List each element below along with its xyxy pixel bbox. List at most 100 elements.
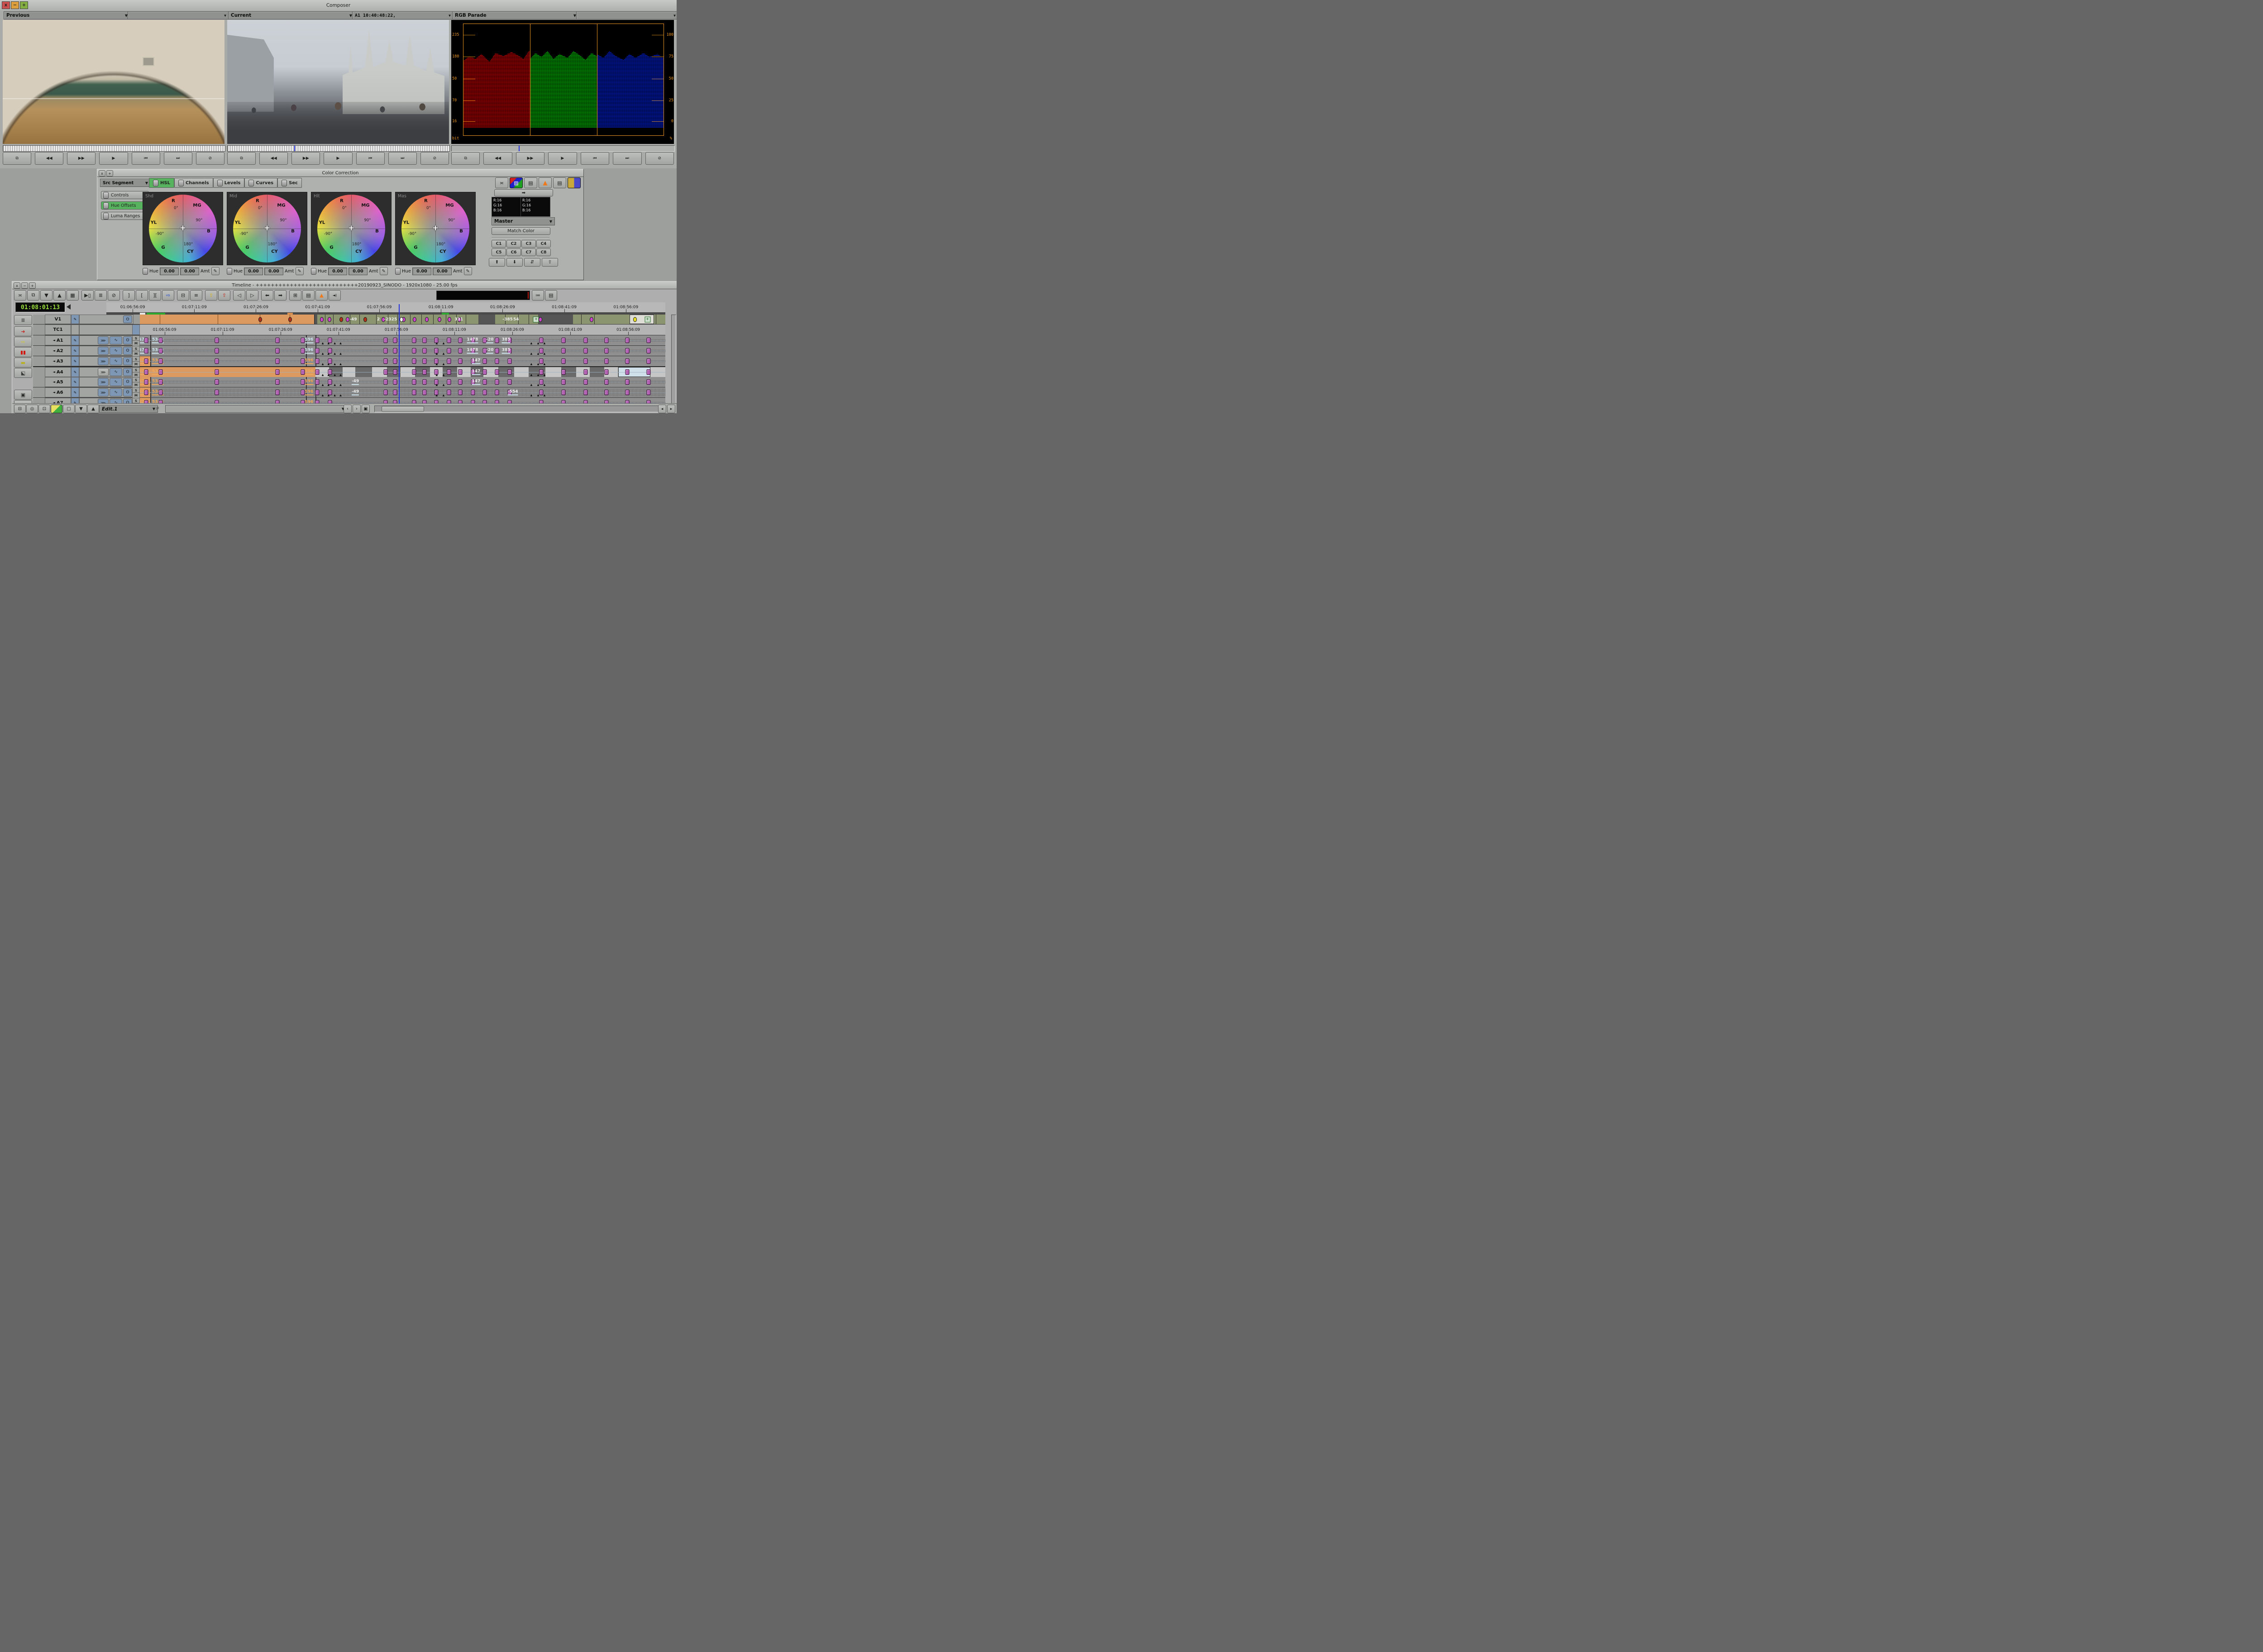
audio-automation-button[interactable]: ∿	[110, 336, 122, 344]
track-height-icon[interactable]: ⊟	[14, 405, 26, 413]
marker-#b03018[interactable]	[288, 317, 292, 322]
tab-enable-button[interactable]	[248, 180, 254, 186]
audio-keyframe[interactable]	[423, 369, 427, 375]
color-swatch-output[interactable]: R:16G:16B:16	[520, 197, 550, 217]
audio-keyframe[interactable]	[646, 379, 650, 385]
audio-keyframe[interactable]	[447, 348, 451, 353]
audio-keyframe[interactable]	[423, 379, 427, 385]
hue-enable-button[interactable]	[143, 268, 148, 275]
add-edit-icon[interactable]: +	[645, 316, 650, 322]
automation-point[interactable]: ▲	[322, 383, 324, 387]
automation-point[interactable]: ▲	[544, 363, 546, 366]
audio-keyframe[interactable]	[412, 369, 416, 375]
cc-close-button[interactable]: x	[99, 170, 105, 177]
track-monitor-button[interactable]: ʘ	[123, 378, 132, 386]
track-content-a1[interactable]: 5725340596▲▲▲▲▲▲▲▲▲1478-20385	[140, 335, 665, 345]
wheel-crosshair[interactable]: +	[180, 224, 186, 233]
audio-keyframe[interactable]	[458, 390, 463, 395]
minimize-button[interactable]: −	[11, 1, 19, 9]
eyedropper-icon[interactable]: ✎	[296, 267, 304, 275]
automation-point[interactable]: ▲	[544, 373, 546, 377]
track-select-a3[interactable]: ✎	[71, 356, 79, 366]
audio-keyframe[interactable]	[144, 390, 148, 395]
correction-bucket-c6[interactable]: C6	[506, 248, 521, 256]
hue-enable-button[interactable]	[311, 268, 316, 275]
audio-keyframe[interactable]	[423, 338, 427, 343]
automation-point[interactable]: ▲	[530, 352, 533, 355]
next-edit-button[interactable]: ›	[353, 405, 361, 413]
video-quality-icon[interactable]: ▣	[14, 390, 32, 400]
master-dropdown[interactable]: Master▼	[492, 217, 555, 225]
tl-tool-17[interactable]: ▷	[246, 290, 258, 301]
dual-swatch-icon[interactable]: ◧	[568, 177, 581, 188]
automation-point[interactable]: ▲	[322, 394, 324, 397]
transport-play-button[interactable]: ▶	[548, 152, 577, 165]
audio-keyframe[interactable]	[495, 379, 499, 385]
tl-tool-15[interactable]: ⇧	[218, 290, 230, 301]
automation-point[interactable]: ▲	[334, 352, 336, 355]
tab-enable-button[interactable]	[178, 180, 184, 186]
transport-splice-button[interactable]: ⧉	[227, 152, 256, 165]
side-enable-button[interactable]	[103, 192, 109, 199]
automation-point[interactable]: ▲	[537, 363, 539, 366]
transport-play-button[interactable]: ▶	[324, 152, 352, 165]
automation-point[interactable]: ▲	[339, 342, 342, 345]
automation-point[interactable]: ▲	[436, 342, 438, 345]
wheel-crosshair[interactable]: +	[264, 224, 270, 233]
transport-go-end-button[interactable]: ⏭	[613, 152, 641, 165]
audio-keyframe[interactable]	[604, 338, 608, 343]
audio-keyframe[interactable]	[215, 379, 219, 385]
tl-tool-6[interactable]: ≣	[95, 290, 107, 301]
audio-keyframe[interactable]	[625, 358, 630, 364]
audio-keyframe[interactable]	[447, 369, 451, 375]
audio-keyframe[interactable]	[159, 358, 163, 364]
hue-wheel-mas[interactable]: R0°MG90°B180°CYG-90°YL+	[401, 195, 469, 263]
current-monitor[interactable]	[227, 20, 449, 144]
audio-keyframe[interactable]	[646, 358, 650, 364]
automation-point[interactable]: ▲	[544, 394, 546, 397]
side-button-controls[interactable]: Controls	[101, 191, 149, 199]
audio-keyframe[interactable]	[276, 348, 280, 353]
monitor-name-dropdown-rgb-parade[interactable]: RGB Parade▼	[452, 11, 579, 19]
audio-keyframe[interactable]	[215, 338, 219, 343]
audio-keyframe[interactable]	[458, 379, 463, 385]
monitor-name-dropdown-previous[interactable]: Previous▼	[4, 11, 130, 19]
audio-keyframe[interactable]	[315, 369, 320, 375]
effect-sliders-icon[interactable]: ≍	[495, 177, 508, 188]
waveform-button[interactable]: ⋙	[98, 357, 109, 365]
position-indicator[interactable]	[294, 146, 295, 151]
audio-automation-button[interactable]: ∿	[110, 368, 122, 376]
tl-tool-2[interactable]: ▼	[40, 290, 53, 301]
audio-keyframe[interactable]	[482, 390, 487, 395]
automation-point[interactable]: ▲	[544, 352, 546, 355]
transport-fast-forward-button[interactable]: ▶▶	[516, 152, 544, 165]
rgb-swatch-icon[interactable]: ▨	[510, 177, 523, 188]
waveform-button[interactable]: ⋙	[98, 388, 109, 396]
color-swatch-input[interactable]: R:16G:16B:16	[492, 197, 521, 217]
audio-keyframe[interactable]	[482, 358, 487, 364]
tl-tool-7[interactable]: ⊘	[108, 290, 120, 301]
tl-tool-21[interactable]: ▤	[302, 290, 315, 301]
audio-keyframe[interactable]	[301, 379, 305, 385]
close-button[interactable]: x	[2, 1, 10, 9]
audio-keyframe[interactable]	[412, 358, 416, 364]
side-button-hue-offsets[interactable]: Hue Offsets	[101, 201, 149, 210]
marker-#cc44cc[interactable]	[328, 317, 331, 322]
tab-levels[interactable]: Levels	[213, 178, 245, 188]
track-name-a6[interactable]: ◄A6	[45, 387, 71, 397]
timeline-maximize-button[interactable]: +	[29, 282, 36, 289]
marker-#cc44cc[interactable]	[590, 317, 593, 322]
audio-keyframe[interactable]	[315, 338, 320, 343]
transport-fast-forward-button[interactable]: ▶▶	[67, 152, 95, 165]
audio-keyframe[interactable]	[604, 390, 608, 395]
amt-value-field[interactable]: 0.00	[264, 267, 283, 275]
correction-bucket-c3[interactable]: C3	[521, 240, 536, 248]
timeline-fast-menu-icon[interactable]: ≣	[14, 315, 32, 325]
audio-automation-button[interactable]: ∿	[110, 357, 122, 365]
audio-keyframe[interactable]	[583, 348, 587, 353]
hue-enable-button[interactable]	[227, 268, 232, 275]
effect-mode-icon[interactable]: ⬕	[14, 368, 32, 378]
tl-tool-0[interactable]: ≍	[14, 290, 26, 301]
correction-bucket-c2[interactable]: C2	[506, 240, 521, 248]
waveform-button[interactable]: ⋙	[98, 347, 109, 355]
